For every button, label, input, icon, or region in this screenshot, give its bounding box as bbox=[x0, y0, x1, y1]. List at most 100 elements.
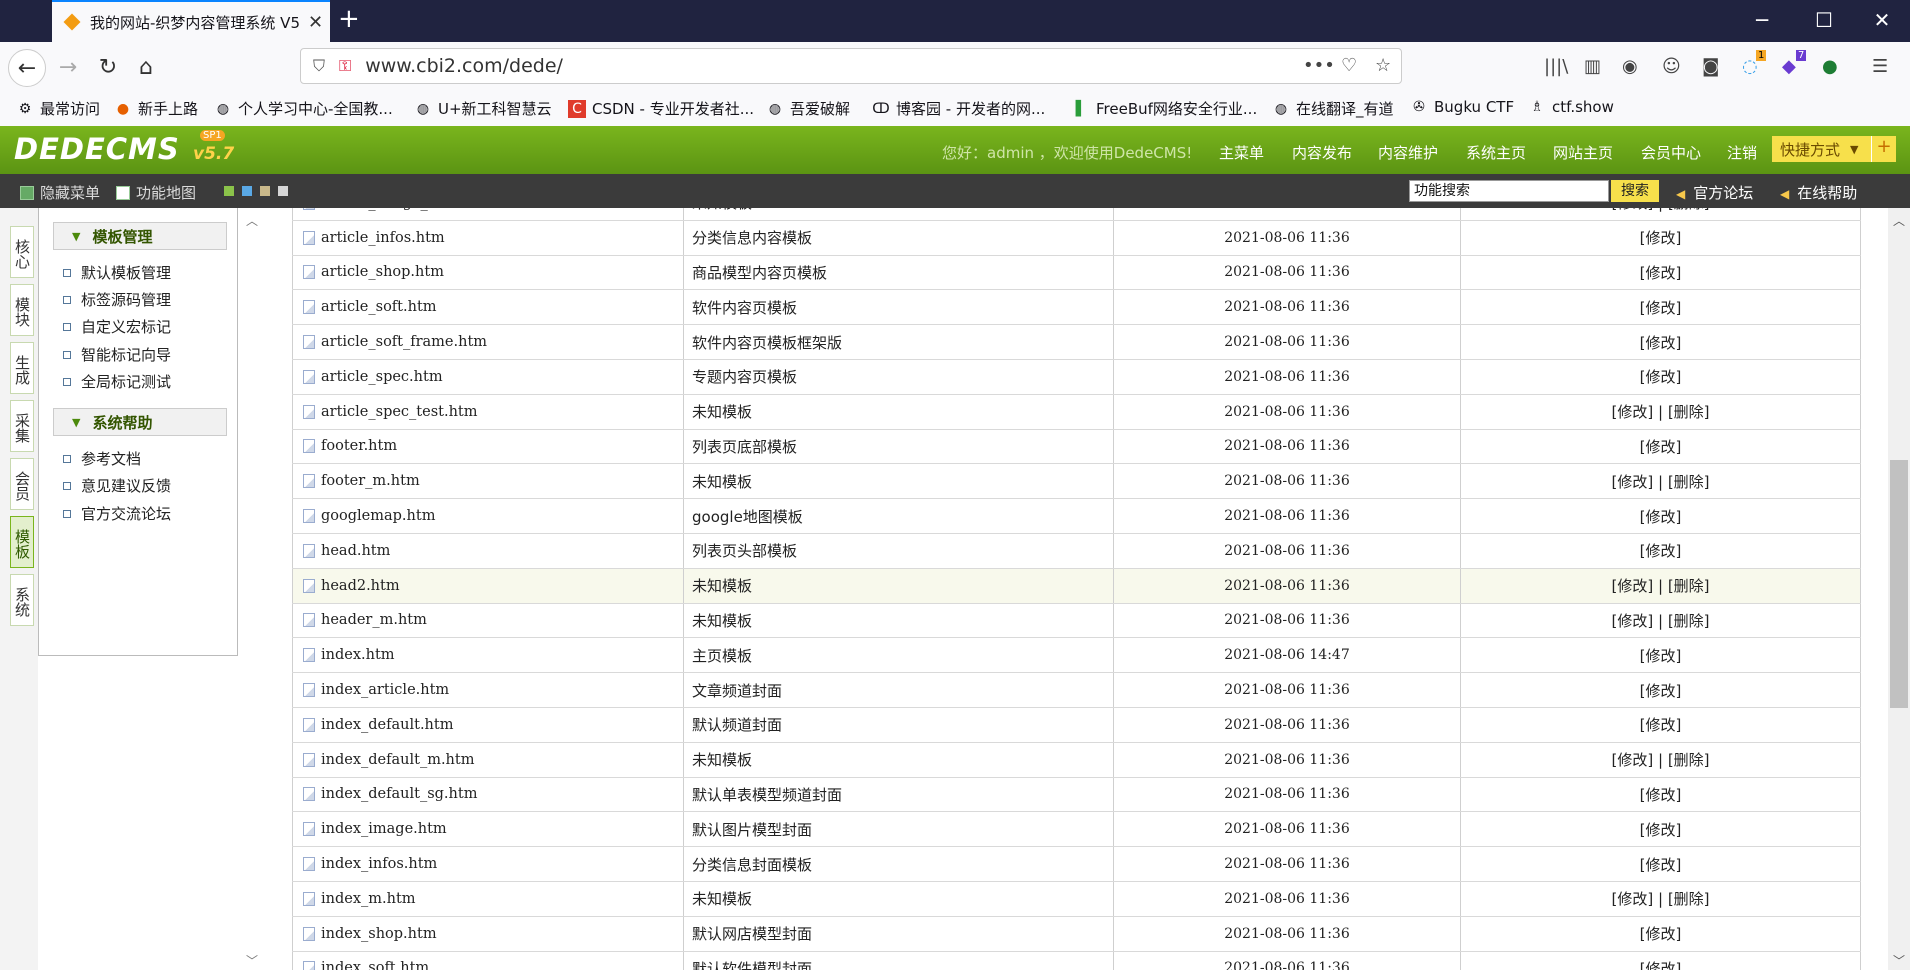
function-search-input[interactable]: 功能搜索 bbox=[1409, 180, 1609, 202]
edit-link[interactable]: [修改] bbox=[1640, 508, 1682, 526]
file-name-link[interactable]: article_image_new.htm bbox=[321, 208, 490, 211]
maximize-button[interactable]: ☐ bbox=[1804, 8, 1844, 32]
shield-icon[interactable]: ⛉ bbox=[313, 56, 325, 76]
edit-link[interactable]: [修改] bbox=[1640, 264, 1682, 282]
vtab-template[interactable]: 模板 bbox=[10, 516, 34, 568]
edit-link[interactable]: [修改] bbox=[1640, 856, 1682, 874]
nav-logout[interactable]: 注销 bbox=[1727, 142, 1757, 163]
skin-gray-swatch[interactable] bbox=[278, 186, 288, 196]
file-name-link[interactable]: article_spec_test.htm bbox=[321, 404, 478, 420]
vtab-generate[interactable]: 生成 bbox=[10, 342, 34, 394]
vtab-member[interactable]: 会员 bbox=[10, 458, 34, 510]
file-name-link[interactable]: head.htm bbox=[321, 543, 390, 559]
delete-link[interactable]: [删除] bbox=[1668, 612, 1710, 630]
edit-link[interactable]: [修改] bbox=[1640, 229, 1682, 247]
edit-link[interactable]: [修改] bbox=[1611, 612, 1653, 630]
file-name-link[interactable]: footer.htm bbox=[321, 438, 397, 454]
file-name-link[interactable]: article_soft.htm bbox=[321, 299, 437, 315]
bookmark-item[interactable]: ▌ FreeBuf网络安全行业... bbox=[1072, 98, 1258, 119]
bookmark-item[interactable]: ♗ ctf.show bbox=[1528, 98, 1614, 116]
bookmark-item[interactable]: ⚙ 最常访问 bbox=[16, 98, 100, 119]
function-map-button[interactable]: 功能地图 bbox=[116, 182, 196, 203]
nav-content-maintain[interactable]: 内容维护 bbox=[1378, 142, 1438, 163]
edit-link[interactable]: [修改] bbox=[1640, 542, 1682, 560]
file-name-link[interactable]: head2.htm bbox=[321, 578, 400, 594]
edit-link[interactable]: [修改] bbox=[1640, 299, 1682, 317]
edit-link[interactable]: [修改] bbox=[1611, 751, 1653, 769]
bookmark-item[interactable]: ● 新手上路 bbox=[114, 98, 198, 119]
menu-group-template[interactable]: ▼ 模板管理 bbox=[53, 222, 227, 250]
reload-button[interactable]: ↻ bbox=[90, 49, 126, 85]
edit-link[interactable]: [修改] bbox=[1640, 960, 1682, 970]
file-name-link[interactable]: header_m.htm bbox=[321, 612, 427, 628]
vtab-core[interactable]: 核心 bbox=[10, 226, 34, 278]
minimize-button[interactable]: ─ bbox=[1742, 8, 1782, 32]
delete-link[interactable]: [删除] bbox=[1668, 890, 1710, 908]
skin-tan-swatch[interactable] bbox=[260, 186, 270, 196]
edit-link[interactable]: [修改] bbox=[1611, 208, 1653, 212]
edit-link[interactable]: [修改] bbox=[1640, 925, 1682, 943]
file-name-link[interactable]: article_shop.htm bbox=[321, 264, 444, 280]
delete-link[interactable]: [删除] bbox=[1668, 208, 1710, 212]
file-name-link[interactable]: index_default.htm bbox=[321, 717, 453, 733]
menu-item[interactable]: 默认模板管理 bbox=[63, 262, 171, 283]
menu-scroll-up-icon[interactable]: ︿ bbox=[246, 212, 258, 229]
file-name-link[interactable]: article_infos.htm bbox=[321, 230, 445, 246]
file-name-link[interactable]: index_soft.htm bbox=[321, 960, 429, 970]
bookmark-item[interactable]: ◍ 吾爱破解 bbox=[766, 98, 850, 119]
delete-link[interactable]: [删除] bbox=[1668, 751, 1710, 769]
edit-link[interactable]: [修改] bbox=[1611, 473, 1653, 491]
bookmark-item[interactable]: ◍ U+新工科智慧云 bbox=[414, 98, 552, 119]
edit-link[interactable]: [修改] bbox=[1640, 786, 1682, 804]
url-text[interactable]: www.cbi2.com/dede/ bbox=[365, 55, 563, 77]
skin-blue-swatch[interactable] bbox=[242, 186, 252, 196]
file-name-link[interactable]: index_default_sg.htm bbox=[321, 786, 477, 802]
file-name-link[interactable]: index.htm bbox=[321, 647, 395, 663]
extension-monkey-icon[interactable]: ☺ bbox=[1662, 56, 1681, 77]
file-name-link[interactable]: index_m.htm bbox=[321, 891, 416, 907]
file-name-link[interactable]: googlemap.htm bbox=[321, 508, 435, 524]
official-forum-link[interactable]: ◀ 官方论坛 bbox=[1676, 182, 1753, 203]
menu-item[interactable]: 标签源码管理 bbox=[63, 289, 171, 310]
pocket-icon[interactable]: ♡ bbox=[1341, 55, 1357, 76]
edit-link[interactable]: [修改] bbox=[1611, 577, 1653, 595]
edit-link[interactable]: [修改] bbox=[1640, 821, 1682, 839]
edit-link[interactable]: [修改] bbox=[1611, 403, 1653, 421]
nav-member-center[interactable]: 会员中心 bbox=[1641, 142, 1701, 163]
sidebar-icon[interactable]: ▥ bbox=[1584, 56, 1601, 77]
new-tab-button[interactable]: + bbox=[338, 4, 360, 34]
delete-link[interactable]: [删除] bbox=[1668, 577, 1710, 595]
search-button[interactable]: 搜索 bbox=[1611, 180, 1659, 202]
extension-purple-icon[interactable]: ◆ bbox=[1782, 56, 1796, 77]
account-icon[interactable]: ◉ bbox=[1622, 56, 1638, 77]
scroll-down-icon[interactable]: ﹀ bbox=[1893, 952, 1905, 969]
file-name-link[interactable]: article_spec.htm bbox=[321, 369, 443, 385]
file-name-link[interactable]: article_soft_frame.htm bbox=[321, 334, 487, 350]
file-name-link[interactable]: index_infos.htm bbox=[321, 856, 437, 872]
back-button[interactable]: ← bbox=[8, 49, 46, 87]
home-button[interactable]: ⌂ bbox=[128, 49, 164, 85]
menu-item[interactable]: 自定义宏标记 bbox=[63, 316, 171, 337]
file-name-link[interactable]: index_default_m.htm bbox=[321, 752, 474, 768]
library-icon[interactable]: |||\ bbox=[1544, 56, 1568, 77]
online-help-link[interactable]: ◀ 在线帮助 bbox=[1780, 182, 1857, 203]
file-name-link[interactable]: footer_m.htm bbox=[321, 473, 420, 489]
bookmark-item[interactable]: ↀ 博客园 - 开发者的网... bbox=[872, 98, 1045, 119]
menu-hamburger-icon[interactable]: ☰ bbox=[1872, 56, 1888, 77]
nav-site-home[interactable]: 网站主页 bbox=[1553, 142, 1613, 163]
main-scrollbar-thumb[interactable] bbox=[1890, 460, 1908, 708]
edit-link[interactable]: [修改] bbox=[1640, 647, 1682, 665]
bookmark-item[interactable]: ◍ 在线翻译_有道 bbox=[1272, 98, 1394, 119]
file-name-link[interactable]: index_shop.htm bbox=[321, 926, 437, 942]
edit-link[interactable]: [修改] bbox=[1640, 368, 1682, 386]
menu-group-help[interactable]: ▼ 系统帮助 bbox=[53, 408, 227, 436]
bookmark-star-icon[interactable]: ☆ bbox=[1375, 55, 1391, 76]
vtab-modules[interactable]: 模块 bbox=[10, 284, 34, 336]
vtab-system[interactable]: 系统 bbox=[10, 574, 34, 626]
file-name-link[interactable]: index_image.htm bbox=[321, 821, 447, 837]
edit-link[interactable]: [修改] bbox=[1611, 890, 1653, 908]
browser-tab[interactable]: 我的网站-织梦内容管理系统 V5 ✕ bbox=[52, 0, 330, 42]
edit-link[interactable]: [修改] bbox=[1640, 438, 1682, 456]
menu-scroll-down-icon[interactable]: ﹀ bbox=[246, 952, 258, 969]
edit-link[interactable]: [修改] bbox=[1640, 716, 1682, 734]
